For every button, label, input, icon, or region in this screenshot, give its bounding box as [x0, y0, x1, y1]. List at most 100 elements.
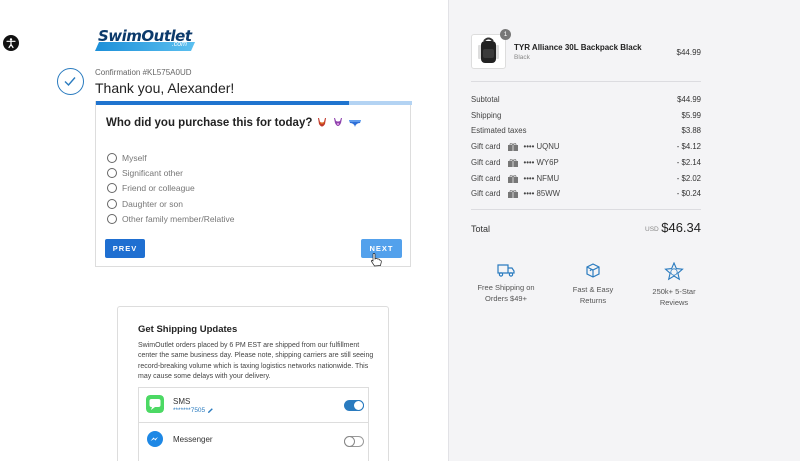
survey-option-label: Myself	[122, 153, 147, 163]
total-label: Total	[471, 224, 491, 234]
sms-phone[interactable]: *******7505	[173, 407, 214, 414]
messenger-icon	[147, 431, 163, 447]
feature-line: Orders $49+	[485, 294, 527, 303]
gift-card-icon	[508, 142, 519, 151]
feature-easy-returns: Fast & Easy Returns	[550, 262, 636, 306]
shipping-value: $5.99	[681, 111, 701, 120]
gift-card-row: Gift card •••• UQNU	[471, 142, 560, 151]
backpack-image	[478, 37, 499, 63]
brand-logo[interactable]: SwimOutlet .com	[95, 27, 197, 51]
gift-card-code: •••• 85WW	[523, 189, 560, 198]
survey-option-label: Significant other	[122, 168, 183, 178]
survey-progress-fill	[96, 101, 349, 105]
gift-card-row: Gift card •••• NFMU	[471, 174, 559, 183]
gift-card-icon	[508, 189, 519, 198]
logo-suffix: .com	[171, 41, 187, 48]
gift-card-row: Gift card •••• 85WW	[471, 189, 560, 198]
gift-card-label: Gift card	[471, 174, 501, 183]
prev-button[interactable]: PREV	[105, 239, 145, 258]
feature-text: 250k+ 5-Star Reviews	[631, 286, 717, 308]
channel-name: SMS	[173, 397, 191, 406]
confirmation-number: Confirmation #KL575A0UD	[95, 68, 192, 77]
gift-card-icon	[508, 158, 519, 167]
product-name: TYR Alliance 30L Backpack Black	[514, 43, 642, 52]
radio-button[interactable]	[107, 153, 117, 163]
survey-option-child[interactable]: Daughter or son	[107, 199, 183, 209]
product-thumbnail	[471, 34, 506, 69]
subtotal-value: $44.99	[677, 95, 701, 104]
feature-line: Returns	[579, 296, 607, 305]
total-currency: USD	[645, 226, 659, 233]
toggle-knob	[353, 400, 364, 411]
survey-option-label: Friend or colleague	[122, 183, 195, 193]
survey-option-significant-other[interactable]: Significant other	[107, 168, 183, 178]
radio-button[interactable]	[107, 183, 117, 193]
hand-cursor-icon	[370, 253, 382, 267]
gift-card-icon	[508, 174, 519, 183]
divider	[471, 81, 701, 82]
sms-channel-row[interactable]: SMS *******7505	[139, 388, 368, 422]
survey-question-text: Who did you purchase this for today?	[106, 117, 313, 129]
quantity-badge: 1	[500, 29, 511, 40]
feature-free-shipping: Free Shipping on Orders $49+	[463, 262, 549, 304]
gift-card-code: •••• WY6P	[523, 158, 559, 167]
radio-button[interactable]	[107, 214, 117, 224]
messenger-toggle[interactable]	[344, 436, 364, 447]
gift-card-code: •••• UQNU	[523, 142, 560, 151]
purchase-survey: Who did you purchase this for today? Mys…	[95, 101, 412, 267]
survey-option-myself[interactable]: Myself	[107, 153, 147, 163]
truck-icon	[497, 264, 515, 277]
gift-card-row: Gift card •••• WY6P	[471, 158, 559, 167]
masked-phone-number: *******7505	[173, 407, 206, 414]
gift-card-value: - $2.14	[676, 158, 701, 167]
feature-text: Fast & Easy Returns	[550, 284, 636, 306]
survey-progress-bar	[96, 101, 412, 105]
pencil-edit-icon[interactable]	[207, 407, 214, 414]
survey-question: Who did you purchase this for today?	[106, 117, 362, 129]
gift-card-value: - $4.12	[676, 142, 701, 151]
survey-option-friend[interactable]: Friend or colleague	[107, 183, 195, 193]
gift-card-code: •••• NFMU	[523, 174, 560, 183]
subtotal-label: Subtotal	[471, 95, 500, 104]
feature-text: Free Shipping on Orders $49+	[463, 282, 549, 304]
star-badge-icon	[664, 262, 684, 281]
shipping-updates-description: SwimOutlet orders placed by 6 PM EST are…	[138, 342, 374, 381]
feature-line: Free Shipping on	[477, 283, 535, 292]
return-box-icon	[586, 263, 600, 278]
feature-line: 250k+ 5-Star	[652, 287, 696, 296]
notification-channels: SMS *******7505 Messenger	[138, 387, 369, 461]
shipping-updates-card: Get Shipping Updates SwimOutlet orders p…	[117, 306, 389, 461]
sms-icon	[146, 395, 164, 413]
taxes-label: Estimated taxes	[471, 126, 527, 135]
accessibility-icon[interactable]	[3, 35, 19, 51]
feature-reviews: 250k+ 5-Star Reviews	[631, 262, 717, 308]
shipping-label: Shipping	[471, 111, 502, 120]
messenger-channel-row[interactable]: Messenger	[139, 422, 368, 456]
accessibility-figure-icon	[6, 38, 16, 49]
radio-button[interactable]	[107, 168, 117, 178]
swimsuit-red-icon	[318, 118, 327, 127]
toggle-knob	[344, 436, 355, 447]
thank-you-heading: Thank you, Alexander!	[95, 80, 235, 96]
gift-card-label: Gift card	[471, 142, 501, 151]
survey-option-label: Other family member/Relative	[122, 214, 235, 224]
divider	[471, 209, 701, 210]
total-value: $46.34	[661, 220, 701, 235]
gift-card-value: - $0.24	[676, 189, 701, 198]
feature-line: Fast & Easy	[572, 285, 614, 294]
gift-card-label: Gift card	[471, 158, 501, 167]
feature-line: Reviews	[659, 298, 689, 307]
shipping-updates-title: Get Shipping Updates	[138, 324, 238, 335]
main-panel: SwimOutlet .com Confirmation #KL575A0UD …	[0, 0, 448, 461]
success-check-icon	[57, 68, 84, 95]
survey-option-label: Daughter or son	[122, 199, 183, 209]
product-variant: Black	[514, 54, 530, 61]
survey-option-other-family[interactable]: Other family member/Relative	[107, 214, 234, 224]
swim-briefs-icon	[349, 120, 362, 127]
radio-button[interactable]	[107, 199, 117, 209]
sms-toggle[interactable]	[344, 400, 364, 411]
swimsuit-purple-icon	[334, 118, 343, 126]
gift-card-label: Gift card	[471, 189, 501, 198]
gift-card-value: - $2.02	[676, 174, 701, 183]
product-price: $44.99	[676, 48, 701, 57]
